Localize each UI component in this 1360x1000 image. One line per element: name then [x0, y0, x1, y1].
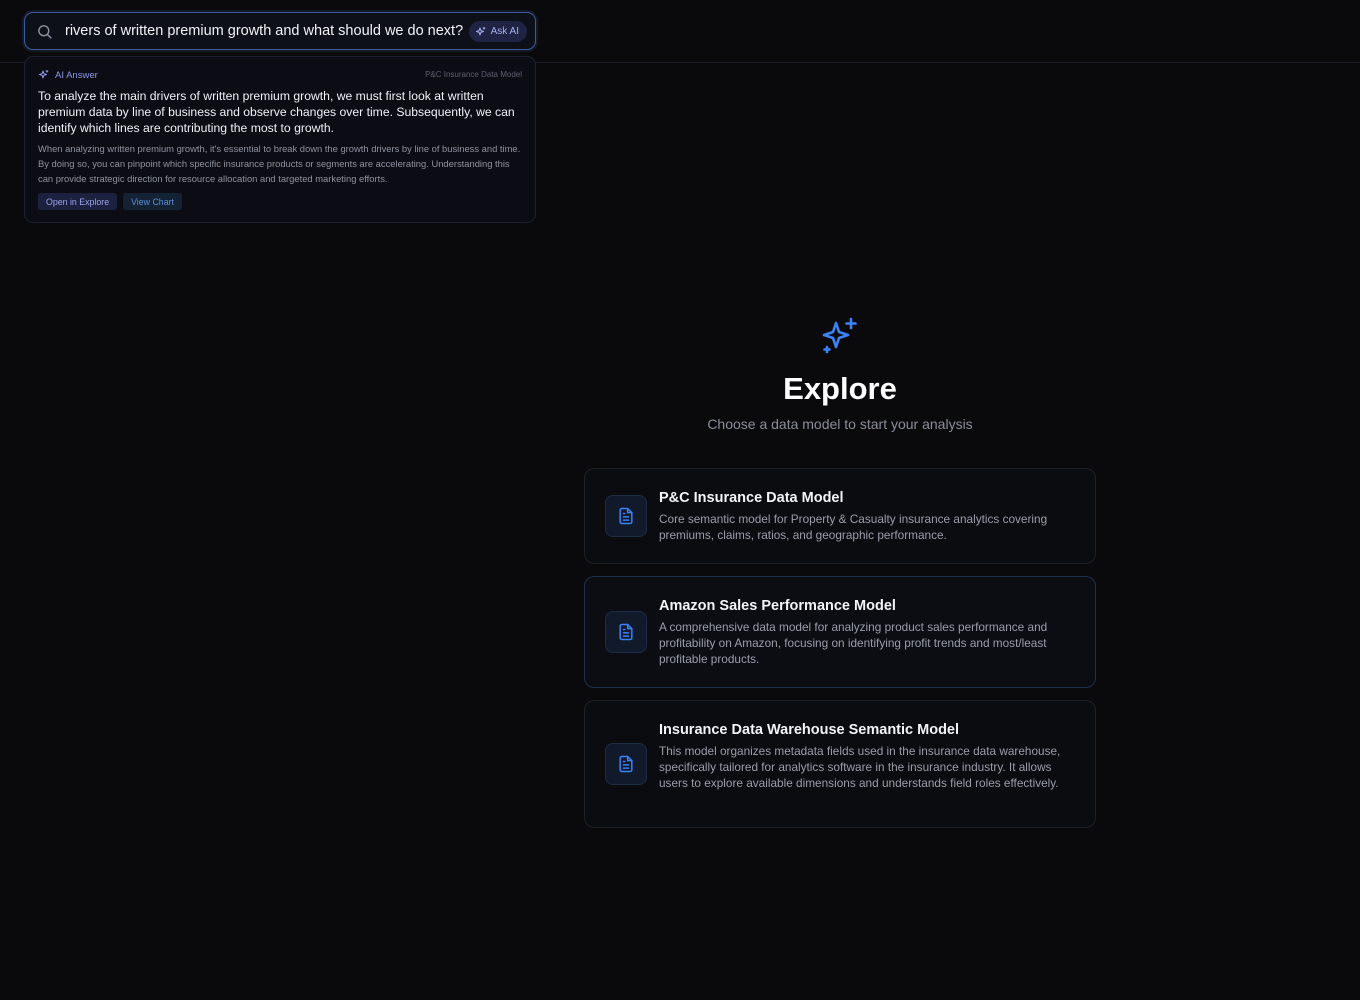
card-description: A comprehensive data model for analyzing…: [659, 620, 1048, 666]
sparkle-icon: [822, 317, 857, 354]
document-icon: [605, 611, 647, 653]
ai-answer-actions: Open in Explore View Chart: [38, 193, 182, 210]
top-bar: Ask AI: [0, 0, 1360, 63]
ask-ai-button[interactable]: Ask AI: [468, 21, 527, 42]
document-icon: [605, 495, 647, 537]
card-title: P&C Insurance Data Model: [659, 490, 844, 506]
card-title: Insurance Data Warehouse Semantic Model: [659, 722, 960, 738]
ai-answer-detail-text: When analyzing written premium growth, i…: [38, 143, 521, 184]
data-model-card-pc-insurance[interactable]: P&C Insurance Data Model Core semantic m…: [584, 468, 1096, 564]
search-bar[interactable]: Ask AI: [24, 12, 536, 50]
card-description: Core semantic model for Property & Casua…: [659, 512, 1048, 542]
page-subtitle: Choose a data model to start your analys…: [707, 416, 973, 432]
sparkle-icon: [39, 70, 49, 79]
ai-answer-panel: AI Answer P&C Insurance Data Model To an…: [24, 56, 536, 223]
ask-ai-label: Ask AI: [490, 26, 519, 37]
ai-answer-label: AI Answer: [55, 69, 98, 81]
ai-answer-model: P&C Insurance Data Model: [425, 70, 522, 79]
card-title: Amazon Sales Performance Model: [659, 598, 896, 614]
ai-answer-main-text: To analyze the main drivers of written p…: [38, 89, 515, 135]
data-model-card-amazon-sales[interactable]: Amazon Sales Performance Model A compreh…: [584, 576, 1096, 688]
view-chart-button[interactable]: View Chart: [123, 193, 182, 210]
open-in-explore-button[interactable]: Open in Explore: [38, 193, 118, 210]
ai-answer-header: AI Answer: [38, 69, 98, 81]
search-icon: [38, 25, 52, 39]
search-input[interactable]: [65, 17, 465, 45]
page-title: Explore: [783, 371, 897, 406]
data-model-card-insurance-warehouse[interactable]: Insurance Data Warehouse Semantic Model …: [584, 700, 1096, 828]
document-icon: [605, 743, 647, 785]
sparkle-icon: [475, 26, 485, 35]
card-description: This model organizes metadata fields use…: [659, 744, 1061, 790]
